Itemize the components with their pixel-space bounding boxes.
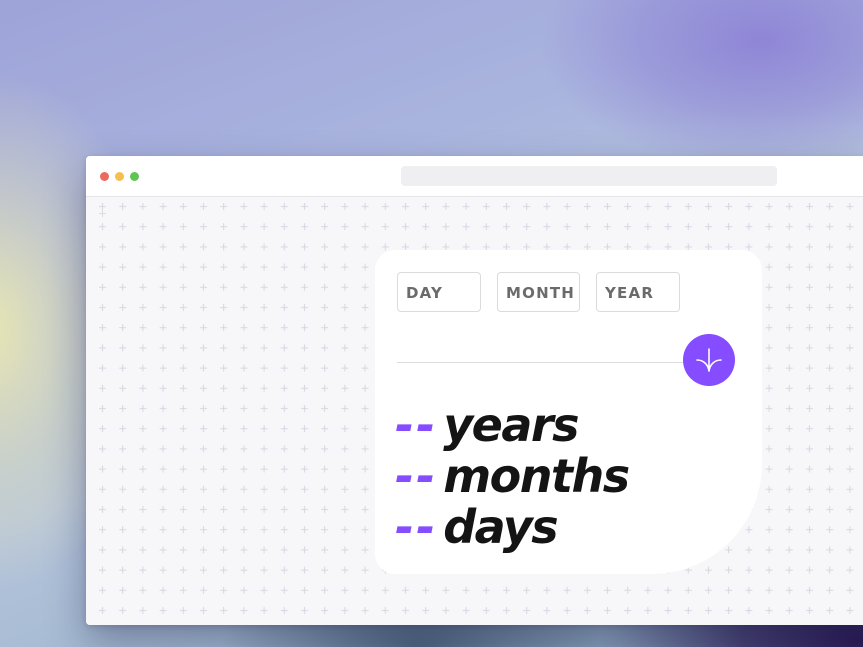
years-label: years <box>443 398 579 452</box>
month-placeholder: MONTH <box>506 284 576 302</box>
year-input[interactable]: YEAR <box>596 272 680 312</box>
close-window-button[interactable] <box>100 172 109 181</box>
maximize-window-button[interactable] <box>130 172 139 181</box>
browser-window: DAY MONTH YEAR -- years -- months -- day… <box>86 156 863 625</box>
days-value: -- <box>395 500 438 554</box>
year-placeholder: YEAR <box>605 284 655 302</box>
results: -- years -- months -- days <box>395 400 630 553</box>
age-calculator-card: DAY MONTH YEAR -- years -- months -- day… <box>375 250 762 574</box>
day-input[interactable]: DAY <box>397 272 481 312</box>
calculate-button[interactable] <box>683 334 735 386</box>
days-result: -- days <box>395 502 629 553</box>
years-value: -- <box>395 398 438 452</box>
month-input[interactable]: MONTH <box>497 272 580 312</box>
day-placeholder: DAY <box>406 284 444 302</box>
months-label: months <box>443 449 630 503</box>
months-result: -- months <box>395 449 630 503</box>
arrow-down-icon <box>696 348 722 372</box>
months-value: -- <box>395 449 438 503</box>
years-result: -- years <box>395 400 629 451</box>
form-divider <box>397 362 697 363</box>
page-content: DAY MONTH YEAR -- years -- months -- day… <box>86 197 863 625</box>
address-bar[interactable] <box>401 166 777 186</box>
minimize-window-button[interactable] <box>115 172 124 181</box>
days-label: days <box>443 500 558 554</box>
browser-titlebar <box>86 156 863 197</box>
